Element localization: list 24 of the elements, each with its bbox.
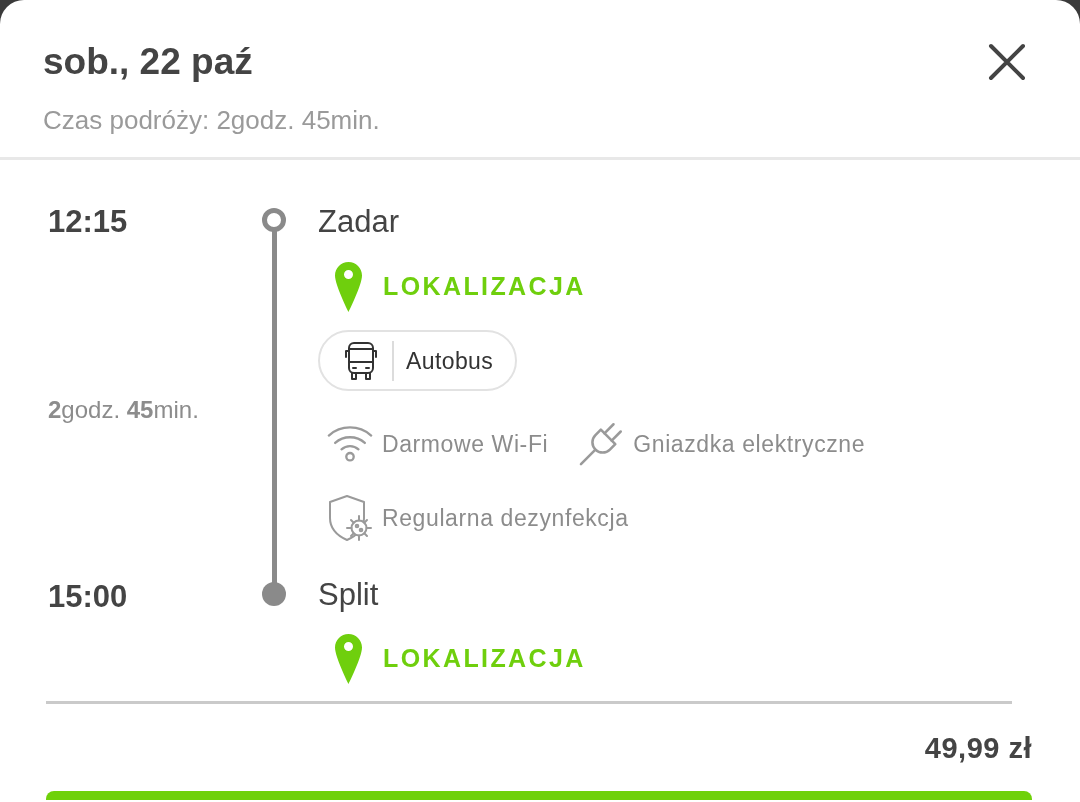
shield-virus-icon [327,494,373,542]
timeline-ring-icon [262,208,286,232]
close-icon [988,43,1026,81]
location-link[interactable]: LOKALIZACJA [318,634,586,684]
sheet-title: sob., 22 paź [43,40,254,84]
location-link[interactable]: LOKALIZACJA [318,262,586,312]
price-text: 49,99 zł [924,731,1032,766]
wifi-icon [327,426,373,462]
timeline-dot-icon [262,582,286,606]
bus-icon [345,341,377,380]
origin-city: Zadar [318,203,399,241]
map-pin-icon [335,262,362,312]
close-button[interactable] [988,43,1026,81]
travel-time-text: Czas podróży: 2godz. 45min. [43,104,380,137]
departure-time: 12:15 [48,203,129,241]
duration-text: 2godz. 45min. [48,394,200,425]
amenity-label: Darmowe Wi-Fi [382,430,549,459]
amenity-label: Gniazdka elektryczne [633,430,866,459]
arrival-time: 15:00 [48,578,129,616]
plug-icon [578,421,625,467]
map-pin-icon [335,634,362,684]
destination-city: Split [318,576,379,614]
amenity-label: Regularna dezynfekcja [382,504,629,533]
vehicle-type-label: Autobus [406,346,494,376]
